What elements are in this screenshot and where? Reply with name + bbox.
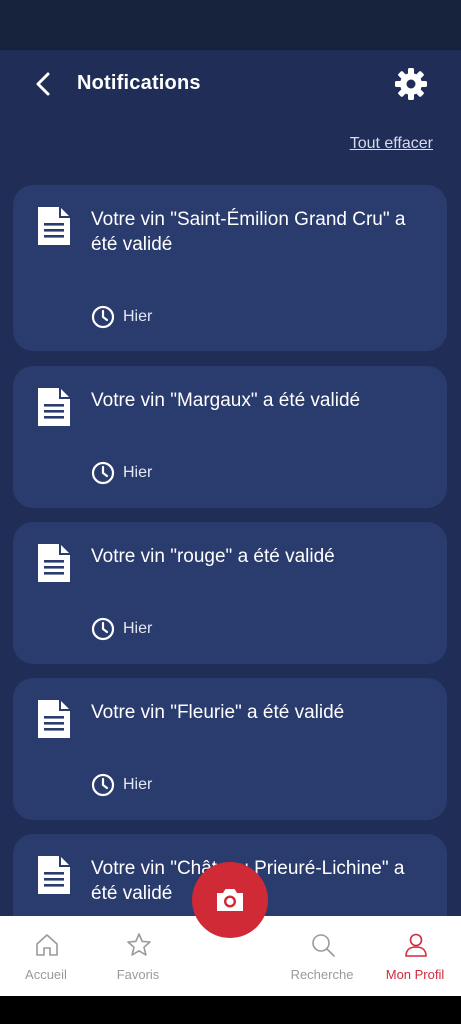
document-icon <box>38 700 70 738</box>
chevron-left-icon <box>36 72 50 96</box>
camera-icon <box>217 889 243 911</box>
notification-time: Hier <box>91 617 152 641</box>
status-bar <box>0 0 461 50</box>
clock-icon <box>91 617 115 641</box>
notification-time-label: Hier <box>123 308 153 325</box>
document-icon <box>38 856 70 894</box>
nav-item-mon-profil[interactable]: Mon Profil <box>369 916 461 996</box>
notification-time-label: Hier <box>123 620 153 637</box>
notification-message: Votre vin "Margaux" a été validé <box>91 390 361 411</box>
header: Notifications <box>0 50 461 120</box>
search-icon <box>312 934 335 957</box>
system-navigation-bar <box>0 996 461 1024</box>
notification-message: Votre vin "Saint-Émilion Grand Cru" a ét… <box>91 209 406 255</box>
notification-time: Hier <box>91 461 152 485</box>
notification-message: Votre vin "rouge" a été validé <box>91 546 335 567</box>
notification-card[interactable]: Votre vin "Fleurie" a été validé Hier <box>13 678 447 820</box>
document-icon <box>38 207 70 245</box>
notification-card[interactable]: Votre vin "Margaux" a été validé Hier <box>13 366 447 508</box>
clock-icon <box>91 305 115 329</box>
clear-all-link[interactable]: Tout effacer <box>350 135 433 153</box>
back-button[interactable] <box>28 68 60 100</box>
settings-button[interactable] <box>393 66 429 102</box>
notification-card[interactable]: Votre vin "Saint-Émilion Grand Cru" a ét… <box>13 185 447 351</box>
gear-icon <box>395 68 427 100</box>
notifications-screen: Notifications Tout effacer Votre vin "Sa… <box>0 50 461 916</box>
notification-time-label: Hier <box>123 776 153 793</box>
nav-label: Accueil <box>25 967 67 982</box>
nav-label: Favoris <box>116 967 160 982</box>
star-icon <box>127 933 151 956</box>
document-icon <box>38 388 70 426</box>
home-icon <box>36 934 58 956</box>
page-title: Notifications <box>77 72 201 94</box>
clock-icon <box>91 773 115 797</box>
user-icon <box>405 933 427 957</box>
nav-item-favoris[interactable]: Favoris <box>92 916 184 996</box>
notification-time-label: Hier <box>123 464 153 481</box>
nav-label: Recherche <box>290 967 354 982</box>
notification-card[interactable]: Votre vin "rouge" a été validé Hier <box>13 522 447 664</box>
document-icon <box>38 544 70 582</box>
camera-button[interactable] <box>192 862 268 938</box>
nav-item-accueil[interactable]: Accueil <box>0 916 92 996</box>
nav-item-recherche[interactable]: Recherche <box>276 916 368 996</box>
notification-time: Hier <box>91 305 152 329</box>
clock-icon <box>91 461 115 485</box>
nav-label: Mon Profil <box>385 967 445 982</box>
notification-message: Votre vin "Fleurie" a été validé <box>91 702 345 723</box>
notification-time: Hier <box>91 773 152 797</box>
